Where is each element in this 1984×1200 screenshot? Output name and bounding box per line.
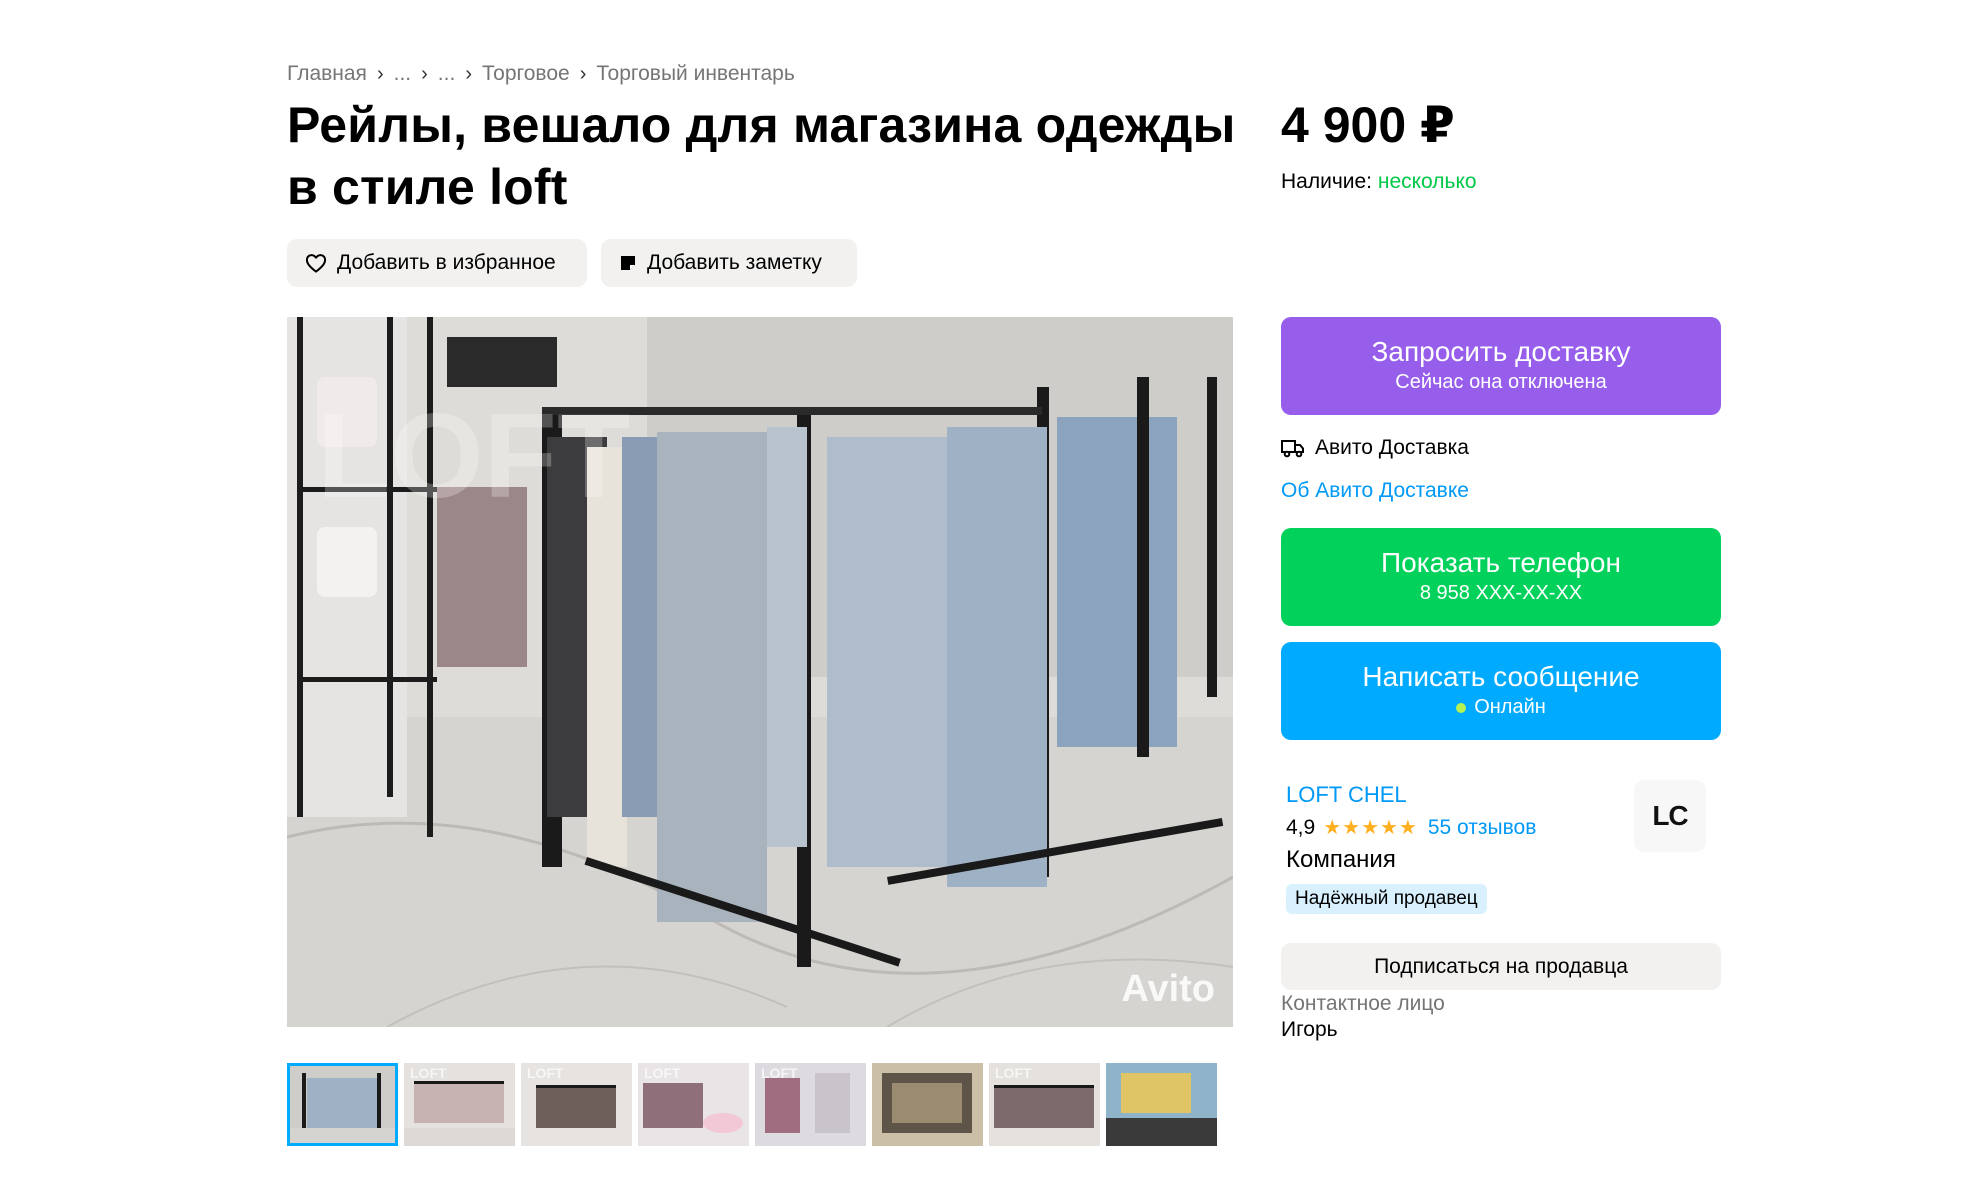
thumbnail-8[interactable] (1106, 1063, 1217, 1146)
seller-name-link[interactable]: LOFT CHEL (1286, 782, 1407, 808)
seller-rating: 4,9 ★★★★★ 55 отзывов (1286, 815, 1536, 840)
thumbnail-watermark: LOFT (761, 1065, 798, 1081)
online-status: Онлайн (1281, 694, 1721, 720)
rating-stars-icon: ★★★★★ (1323, 817, 1418, 839)
reviews-link[interactable]: 55 отзывов (1428, 816, 1537, 840)
contact-person-name: Игорь (1281, 1018, 1338, 1041)
show-phone-button[interactable]: Показать телефон 8 958 XXX-XX-XX (1281, 528, 1721, 626)
thumbnail-watermark: LOFT (644, 1065, 681, 1081)
add-to-favorites-button[interactable]: Добавить в избранное (287, 239, 587, 287)
request-delivery-title: Запросить доставку (1371, 336, 1631, 367)
thumbnail-6[interactable] (872, 1063, 983, 1146)
thumbnail-watermark: LOFT (410, 1065, 447, 1081)
about-avito-delivery-link[interactable]: Об Авито Доставке (1281, 479, 1469, 503)
add-to-favorites-label: Добавить в избранное (337, 251, 556, 274)
clothing-rack-photo: LOFT (287, 317, 1233, 1027)
online-status-label: Онлайн (1474, 696, 1546, 718)
thumbnail-2[interactable]: LOFT (404, 1063, 515, 1146)
masked-phone: 8 958 XXX-XX-XX (1419, 582, 1583, 604)
page-title: Рейлы, вешало для магазина одежды в стил… (287, 97, 1236, 215)
thumbnail-watermark: LOFT (995, 1065, 1032, 1081)
request-delivery-button[interactable]: Запросить доставку Сейчас она отключена (1281, 317, 1721, 415)
price: 4 900 ₽ (1281, 97, 1455, 153)
seller-type: Компания (1286, 846, 1396, 873)
add-note-button[interactable]: Добавить заметку (601, 239, 857, 287)
breadcrumb-trade[interactable]: Торговое (482, 62, 570, 86)
breadcrumb: Главная › ... › ... › Торговое › Торговы… (287, 62, 795, 86)
svg-text:LOFT: LOFT (317, 389, 630, 523)
breadcrumb-home[interactable]: Главная (287, 62, 367, 86)
heart-icon (305, 254, 327, 273)
show-phone-title: Показать телефон (1381, 547, 1621, 578)
thumbnail-5[interactable]: LOFT (755, 1063, 866, 1146)
thumbnail-strip: LOFT LOFT LOFT LOFT LOFT (287, 1063, 1217, 1146)
breadcrumb-separator: › (376, 62, 384, 85)
note-icon (621, 256, 635, 270)
trusted-seller-badge: Надёжный продавец (1286, 884, 1487, 914)
availability-value: несколько (1377, 170, 1477, 193)
rating-value: 4,9 (1286, 815, 1316, 839)
seller-avatar[interactable]: LC (1634, 780, 1706, 852)
thumbnail-watermark: LOFT (527, 1065, 564, 1081)
write-message-title: Написать сообщение (1362, 661, 1640, 692)
avito-delivery: Авито Доставка (1281, 436, 1469, 460)
contact-person-label: Контактное лицо (1281, 992, 1445, 1015)
avito-watermark: Avito (1121, 968, 1215, 1010)
thumbnail-7[interactable]: LOFT (989, 1063, 1100, 1146)
breadcrumb-separator: › (421, 62, 428, 85)
online-dot-icon (1456, 702, 1467, 713)
write-message-button[interactable]: Написать сообщение Онлайн (1281, 642, 1721, 740)
main-product-photo[interactable]: LOFT Avito (287, 317, 1233, 1027)
breadcrumb-ellipsis-1[interactable]: ... (394, 62, 412, 86)
seller-logo-text: LC (1652, 800, 1688, 831)
thumbnail-3[interactable]: LOFT (521, 1063, 632, 1146)
availability-label: Наличие: (1281, 170, 1378, 193)
breadcrumb-separator: › (465, 62, 472, 85)
add-note-label: Добавить заметку (647, 251, 822, 274)
thumbnail-1[interactable] (287, 1063, 398, 1146)
subscribe-seller-button[interactable]: Подписаться на продавца (1281, 943, 1721, 990)
avito-delivery-label: Авито Доставка (1315, 436, 1469, 459)
breadcrumb-ellipsis-2[interactable]: ... (438, 62, 456, 86)
truck-icon (1281, 440, 1304, 458)
breadcrumb-separator: › (579, 62, 587, 85)
request-delivery-subtitle: Сейчас она отключена (1395, 371, 1607, 393)
availability: Наличие: несколько (1281, 170, 1477, 194)
breadcrumb-trade-inventory[interactable]: Торговый инвентарь (596, 62, 794, 86)
thumbnail-4[interactable]: LOFT (638, 1063, 749, 1146)
